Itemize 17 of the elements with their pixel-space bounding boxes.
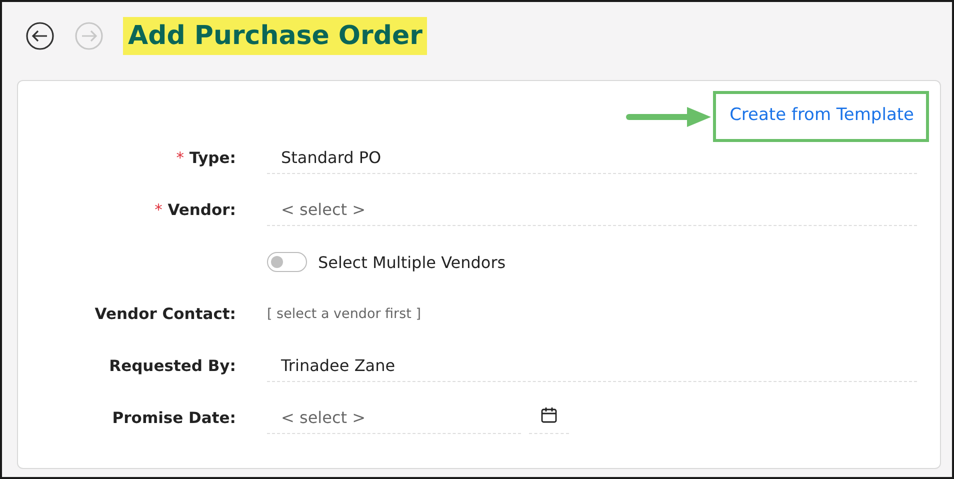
input-field[interactable]: Standard PO xyxy=(267,142,917,174)
toggle-label: Select Multiple Vendors xyxy=(318,252,506,272)
page-title: Add Purchase Order xyxy=(123,17,428,55)
field-label: * Type: xyxy=(176,149,236,167)
toggle-switch[interactable] xyxy=(267,252,307,272)
hint-text: [ select a vendor first ] xyxy=(267,306,421,322)
arrow-icon xyxy=(624,106,711,126)
date-field[interactable]: < select > xyxy=(267,402,521,434)
field-label: Vendor Contact: xyxy=(94,305,236,323)
field-label: Promise Date: xyxy=(112,409,236,427)
calendar-icon xyxy=(540,406,558,424)
input-field[interactable]: Trinadee Zane xyxy=(267,350,917,382)
input-field[interactable]: < select > xyxy=(267,194,917,226)
field-label: * Vendor: xyxy=(154,201,236,219)
back-icon[interactable] xyxy=(25,21,55,51)
field-label: Requested By: xyxy=(109,357,236,375)
create-from-template-link[interactable]: Create from Template xyxy=(712,91,929,142)
